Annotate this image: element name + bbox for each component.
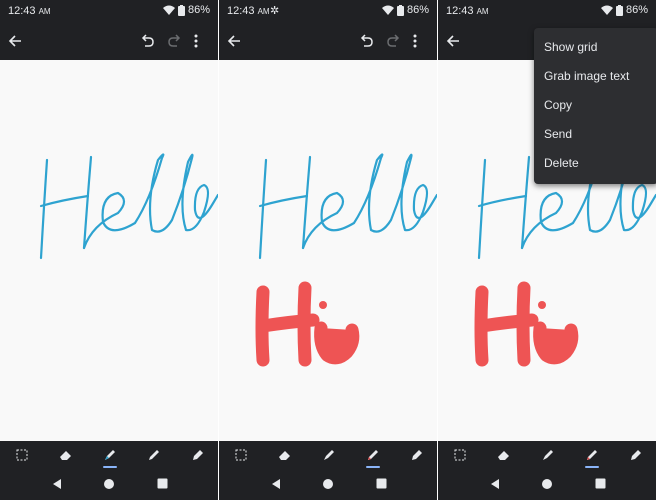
eraser-tool[interactable]: [275, 445, 295, 465]
highlighter-icon: [412, 450, 422, 460]
pen-tool[interactable]: [144, 445, 164, 465]
pen-icon: [149, 450, 159, 460]
marker-icon: [105, 450, 115, 460]
system-nav-bar: [219, 470, 437, 500]
highlighter-icon: [631, 450, 641, 460]
nav-recents-icon[interactable]: [376, 478, 387, 489]
handwriting-hello: [39, 153, 218, 260]
eraser-icon: [279, 451, 290, 460]
marker-tool[interactable]: [319, 445, 339, 465]
highlighter-tool[interactable]: [407, 445, 427, 465]
menu-item-send[interactable]: Send: [544, 127, 572, 141]
nav-recents-icon[interactable]: [157, 478, 168, 489]
marker-icon: [543, 450, 553, 460]
system-nav-bar: [0, 470, 218, 500]
menu-item-show-grid[interactable]: Show grid: [544, 40, 597, 54]
drawing-toolbar: [438, 441, 656, 470]
menu-item-delete[interactable]: Delete: [544, 156, 579, 170]
nav-back-icon[interactable]: [271, 478, 281, 490]
handwriting-hello-hi: [219, 153, 437, 500]
nav-back-icon[interactable]: [490, 478, 500, 490]
nav-back-icon[interactable]: [52, 478, 62, 490]
eraser-tool[interactable]: [494, 445, 514, 465]
marker-tool[interactable]: [538, 445, 558, 465]
screen-panel-2: 12:43 AM ✲ 86%: [219, 0, 437, 500]
lasso-tool[interactable]: [231, 445, 251, 465]
screen-panel-1: 12:43 AM 86%: [0, 0, 218, 500]
lasso-tool[interactable]: [12, 445, 32, 465]
panel-divider: [218, 0, 219, 500]
pen-icon: [587, 450, 597, 460]
pen-tool[interactable]: [582, 445, 602, 468]
marker-icon: [324, 450, 334, 460]
lasso-tool[interactable]: [450, 445, 470, 465]
overflow-menu: Show grid Grab image text Copy Send Dele…: [534, 28, 656, 184]
highlighter-tool[interactable]: [188, 445, 208, 465]
system-nav-bar: [438, 470, 656, 500]
nav-home-icon[interactable]: [541, 478, 553, 490]
drawing-toolbar: [219, 441, 437, 470]
lasso-select-icon: [235, 449, 247, 461]
marker-tool[interactable]: [100, 445, 120, 468]
nav-home-icon[interactable]: [103, 478, 115, 490]
menu-item-grab-image-text[interactable]: Grab image text: [544, 69, 629, 83]
drawing-toolbar: [0, 441, 218, 470]
lasso-select-icon: [454, 449, 466, 461]
lasso-select-icon: [16, 449, 28, 461]
pen-icon: [368, 450, 378, 460]
eraser-icon: [498, 451, 509, 460]
eraser-icon: [60, 451, 71, 460]
menu-item-copy[interactable]: Copy: [544, 98, 572, 112]
highlighter-tool[interactable]: [626, 445, 646, 465]
panel-divider: [437, 0, 438, 500]
nav-recents-icon[interactable]: [595, 478, 606, 489]
nav-home-icon[interactable]: [322, 478, 334, 490]
eraser-tool[interactable]: [56, 445, 76, 465]
screen-panel-3: 12:43 AM 86% Show grid Grab image text C…: [438, 0, 656, 500]
highlighter-icon: [193, 450, 203, 460]
pen-tool[interactable]: [363, 445, 383, 468]
